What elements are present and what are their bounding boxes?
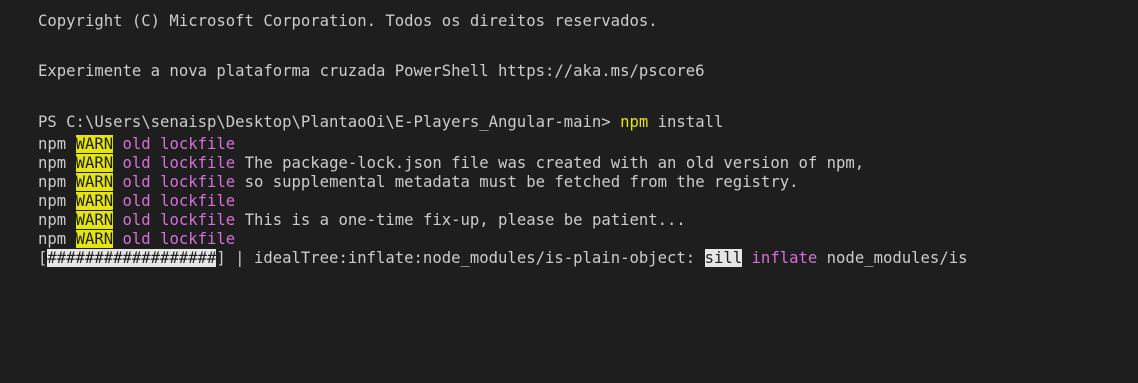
warn-line: npm WARN old lockfile The package-lock.j… <box>38 154 1138 173</box>
warn-badge: WARN <box>75 135 114 153</box>
warn-prefix: npm <box>38 173 76 191</box>
warn-line: npm WARN old lockfile so supplemental me… <box>38 173 1138 192</box>
progress-close-bracket: ] <box>216 249 226 267</box>
log-path: node_modules/is <box>817 249 968 267</box>
progress-open-bracket: [ <box>38 249 48 267</box>
log-action: inflate <box>742 249 818 267</box>
warn-prefix: npm <box>38 135 76 153</box>
powershell-hint-line: Experimente a nova plataforma cruzada Po… <box>38 62 705 80</box>
warn-line: npm WARN old lockfile <box>38 192 1138 211</box>
warn-line: npm WARN old lockfile <box>38 230 1138 249</box>
progress-line: [##################] | idealTree:inflate… <box>38 249 1138 268</box>
warn-message: The package-lock.json file was created w… <box>235 154 865 172</box>
warn-badge: WARN <box>75 230 114 248</box>
warn-tag: old lockfile <box>113 211 236 229</box>
log-level-badge: sill <box>704 249 743 267</box>
prompt-path: PS C:\Users\senaisp\Desktop\PlantaoOi\E-… <box>38 113 621 131</box>
warn-badge: WARN <box>75 211 114 229</box>
prompt-line: PS C:\Users\senaisp\Desktop\PlantaoOi\E-… <box>38 109 1138 135</box>
warn-badge: WARN <box>75 154 114 172</box>
warn-tag: old lockfile <box>113 230 236 248</box>
warn-message: This is a one-time fix-up, please be pat… <box>235 211 686 229</box>
warn-prefix: npm <box>38 230 76 248</box>
warn-tag: old lockfile <box>113 192 236 210</box>
warn-tag: old lockfile <box>113 135 236 153</box>
warn-tag: old lockfile <box>113 173 236 191</box>
command-argument: install <box>648 113 724 131</box>
progress-bar: ################## <box>47 249 217 267</box>
warn-line: npm WARN old lockfile <box>38 135 1138 154</box>
command-name: npm <box>620 113 649 131</box>
warn-line: npm WARN old lockfile This is a one-time… <box>38 211 1138 230</box>
progress-status: | idealTree:inflate:node_modules/is-plai… <box>225 249 705 267</box>
warn-tag: old lockfile <box>113 154 236 172</box>
copyright-line: Copyright (C) Microsoft Corporation. Tod… <box>38 12 658 30</box>
warn-prefix: npm <box>38 154 76 172</box>
warn-prefix: npm <box>38 192 76 210</box>
terminal-panel[interactable]: Copyright (C) Microsoft Corporation. Tod… <box>0 0 1138 383</box>
warn-badge: WARN <box>75 192 114 210</box>
warn-message: so supplemental metadata must be fetched… <box>235 173 799 191</box>
warn-prefix: npm <box>38 211 76 229</box>
warn-badge: WARN <box>75 173 114 191</box>
